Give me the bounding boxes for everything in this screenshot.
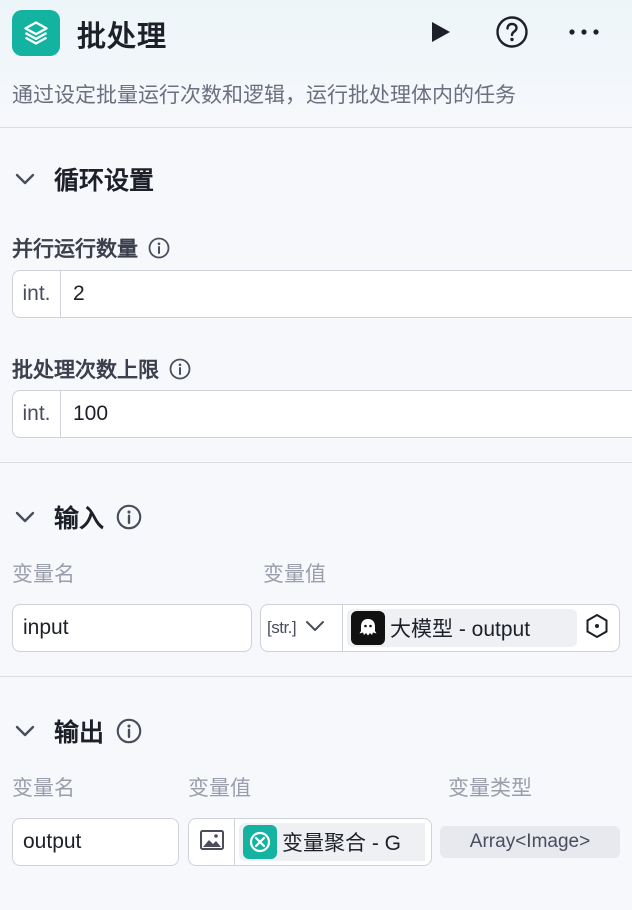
output-type-badge: Array<Image>: [440, 826, 620, 858]
batch-limit-input[interactable]: int. 100: [12, 390, 632, 438]
play-icon[interactable]: [423, 14, 459, 50]
section-output[interactable]: 输出: [12, 713, 142, 749]
divider: [0, 676, 632, 677]
more-icon[interactable]: [566, 14, 602, 50]
concurrency-value[interactable]: 2: [61, 271, 85, 317]
node-title: 批处理: [77, 21, 168, 53]
section-title-loop: 循环设置: [54, 167, 155, 195]
section-input[interactable]: 输入: [12, 499, 142, 535]
node-description: 通过设定批量运行次数和逻辑，运行批处理体内的任务: [12, 84, 516, 107]
variable-aggregate-icon: [243, 825, 277, 859]
input-var-value-field[interactable]: [str.] 大模型 - output: [260, 604, 620, 652]
batch-limit-value[interactable]: 100: [61, 391, 108, 437]
input-col-name: 变量名: [12, 563, 75, 586]
output-col-name: 变量名: [12, 777, 75, 800]
info-icon[interactable]: [116, 718, 142, 744]
concurrency-input[interactable]: int. 2: [12, 270, 632, 318]
concurrency-label: 并行运行数量: [12, 238, 138, 261]
output-var-value-field[interactable]: 变量聚合 - G: [188, 818, 432, 866]
llm-node-icon: [351, 611, 385, 645]
section-loop-settings[interactable]: 循环设置: [12, 161, 154, 197]
layers-icon: [12, 10, 60, 56]
output-col-value: 变量值: [188, 777, 251, 800]
output-col-type: 变量类型: [448, 777, 532, 800]
reference-label: 大模型 - output: [390, 618, 531, 641]
input-col-value: 变量值: [263, 563, 326, 586]
reference-tag[interactable]: 变量聚合 - G: [239, 823, 425, 861]
type-selector[interactable]: [str.]: [261, 605, 343, 651]
chevron-down-icon[interactable]: [12, 718, 38, 744]
section-title-output: 输出: [54, 719, 105, 747]
reference-label: 变量聚合 - G: [282, 832, 401, 855]
divider: [0, 462, 632, 463]
int-type-prefix: int.: [13, 271, 61, 317]
variable-hexagon-icon[interactable]: [583, 612, 611, 645]
chevron-down-icon[interactable]: [12, 166, 38, 192]
str-type-prefix: [str.]: [267, 618, 297, 637]
node-header: 批处理 通过设定批量运行次数和逻辑，运行批处理体内的任务: [0, 0, 632, 128]
help-icon[interactable]: [494, 14, 530, 50]
image-icon: [199, 828, 225, 857]
image-type-selector[interactable]: [189, 819, 235, 865]
concurrency-label-row: 并行运行数量: [12, 233, 170, 263]
chevron-down-icon[interactable]: [12, 504, 38, 530]
section-title-input: 输入: [54, 505, 105, 533]
chevron-down-icon[interactable]: [304, 615, 326, 642]
info-icon[interactable]: [148, 237, 170, 259]
batch-limit-label: 批处理次数上限: [12, 359, 159, 382]
batch-limit-label-row: 批处理次数上限: [12, 354, 191, 384]
output-var-name-field[interactable]: output: [12, 818, 179, 866]
info-icon[interactable]: [116, 504, 142, 530]
reference-tag[interactable]: 大模型 - output: [347, 609, 577, 647]
info-icon[interactable]: [169, 358, 191, 380]
input-var-name-field[interactable]: input: [12, 604, 252, 652]
int-type-prefix: int.: [13, 391, 61, 437]
